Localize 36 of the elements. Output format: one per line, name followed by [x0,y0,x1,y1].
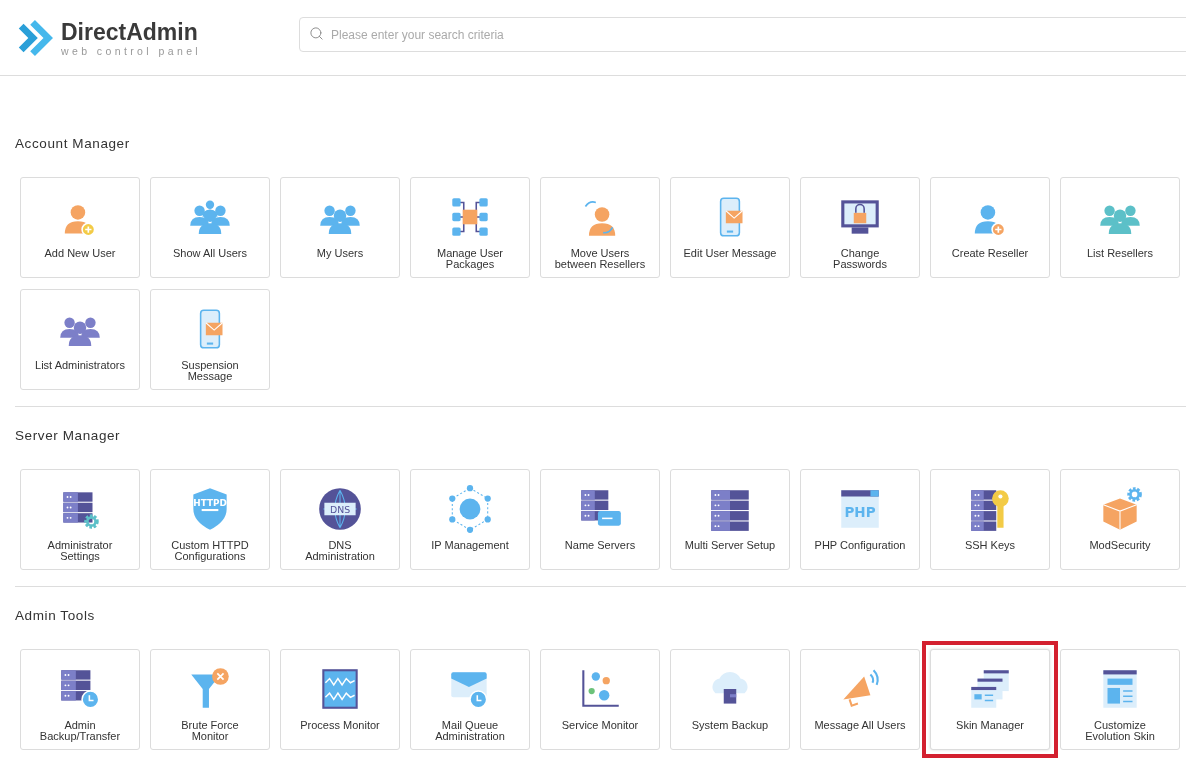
tool-tile[interactable]: Create Reseller [930,177,1050,278]
logo-name: DirectAdmin [61,18,199,45]
tool-tile[interactable]: Administrator Settings [20,469,140,570]
tool-tile[interactable]: Skin Manager [930,649,1050,750]
tool-tile[interactable]: Brute Force Monitor [150,649,270,750]
section-title: Server Manager [15,427,121,445]
tool-tile[interactable]: Customize Evolution Skin [1060,649,1180,750]
tool-tile[interactable]: Message All Users [800,649,920,750]
tool-tile[interactable]: Service Monitor [540,649,660,750]
tool-tile[interactable]: PHP PHP Configuration [800,469,920,570]
search-field[interactable]: Please enter your search criteria [299,17,1186,52]
tool-tile[interactable]: List Administrators [20,289,140,390]
tool-tile[interactable]: Mail Queue Administration [410,649,530,750]
tool-tile[interactable]: Multi Server Setup [670,469,790,570]
tool-tile[interactable]: Manage User Packages [410,177,530,278]
tool-tile[interactable]: Process Monitor [280,649,400,750]
tool-tile[interactable]: Edit User Message [670,177,790,278]
tool-tile[interactable]: Name Servers [540,469,660,570]
tool-tile[interactable]: Add New User [20,177,140,278]
tool-tile[interactable]: Suspension Message [150,289,270,390]
section-title: Admin Tools [15,607,95,625]
section-title: Account Manager [15,135,130,153]
tool-tile[interactable]: Show All Users [150,177,270,278]
search-icon [309,26,324,41]
tool-tile[interactable]: ModSecurity [1060,469,1180,570]
tool-tile[interactable]: System Backup [670,649,790,750]
tool-tile[interactable]: SSH Keys [930,469,1050,570]
tool-tile[interactable]: HTTPD Custom HTTPD Configurations [150,469,270,570]
tool-tile[interactable]: Change Passwords [800,177,920,278]
tool-tile[interactable]: Move Users between Resellers [540,177,660,278]
tool-tile[interactable]: DNS DNS Administration [280,469,400,570]
tool-tile[interactable]: My Users [280,177,400,278]
tool-tile[interactable]: Admin Backup/Transfer [20,649,140,750]
tool-tile[interactable]: List Resellers [1060,177,1180,278]
tool-tile[interactable]: IP Management [410,469,530,570]
logo-tagline: web control panel [61,44,202,57]
